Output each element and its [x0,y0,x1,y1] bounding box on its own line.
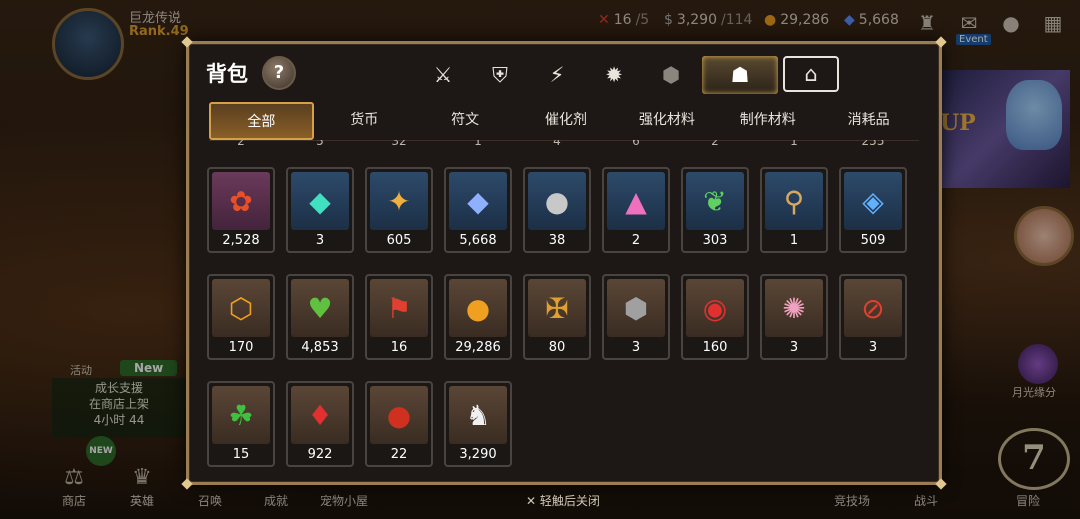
inventory-slot[interactable]: ⬡ 170 [207,274,275,360]
item-icon: ♥ [291,279,349,337]
backpack-icon[interactable]: ☗ [702,56,778,94]
inventory-slot[interactable]: ◉ 160 [681,274,749,360]
item-icon: ◈ [844,172,902,230]
lightning-icon[interactable]: ⚡ [531,56,583,94]
partial-item-count: 2 [711,140,719,148]
item-count: 4,853 [301,340,339,355]
item-count: 15 [232,447,250,462]
tab-consumable[interactable]: 消耗品 [818,102,919,140]
item-count: 80 [548,340,566,355]
inventory-slot[interactable]: ▲ 2 [602,167,670,253]
inventory-slot[interactable]: ● 22 [365,381,433,467]
partial-item-count: 32 [391,140,407,148]
tab-catalyst[interactable]: 催化剂 [516,102,617,140]
item-count: 5,668 [459,233,497,248]
item-icon: ⚲ [765,172,823,230]
partial-item-count: 1 [790,140,798,148]
inventory-slot[interactable]: ◆ 3 [286,167,354,253]
inventory-slot[interactable]: ⬢ 3 [602,274,670,360]
item-count: 16 [390,340,408,355]
item-count: 3,290 [459,447,497,462]
partial-item-count: 1 [474,140,482,148]
inventory-slot[interactable]: ◈ 509 [839,167,907,253]
tab-enhance-material[interactable]: 强化材料 [616,102,717,140]
item-count: 605 [386,233,412,248]
item-icon: ☘ [212,386,270,444]
item-icon: ⬢ [607,279,665,337]
inventory-slot[interactable]: ⚑ 16 [365,274,433,360]
item-icon: ✠ [528,279,586,337]
item-icon: ▲ [607,172,665,230]
tab-all[interactable]: 全部 [209,102,314,140]
item-count: 3 [868,340,878,355]
burst-icon[interactable]: ✹ [588,56,640,94]
backpack-panel: 背包 ? ⚔ ⛨ ⚡ ✹ ⬢ ☗ ⌂ 全部 货币 符文 催化剂 强化材料 制作材… [181,36,947,490]
item-icon: ◆ [449,172,507,230]
inventory-slot[interactable]: ✦ 605 [365,167,433,253]
partial-item-count: 5 [316,140,324,148]
item-count: 922 [307,447,333,462]
item-count: 1 [789,233,799,248]
close-hint[interactable]: ✕ 轻触后关闭 [526,492,600,509]
inventory-slot[interactable]: ♞ 3,290 [444,381,512,467]
help-button[interactable]: ? [262,56,296,90]
category-tabs: ⚔ ⛨ ⚡ ✹ ⬢ ☗ ⌂ [417,56,844,94]
item-count: 303 [702,233,728,248]
inventory-slot[interactable]: ♦ 922 [286,381,354,467]
broken-shield-icon[interactable]: ⛨ [474,56,526,94]
item-icon: ♦ [291,386,349,444]
inventory-slot[interactable]: ✿ 2,528 [207,167,275,253]
inventory-slot[interactable]: ✺ 3 [760,274,828,360]
inventory-slot[interactable]: ⚲ 1 [760,167,828,253]
inventory-slot[interactable]: ⊘ 3 [839,274,907,360]
dice-icon[interactable]: ⬢ [645,56,697,94]
item-count: 509 [860,233,886,248]
item-icon: ✦ [370,172,428,230]
item-count: 170 [228,340,254,355]
item-icon: ✺ [765,279,823,337]
house-icon[interactable]: ⌂ [783,56,839,92]
inventory-slot[interactable]: ❦ 303 [681,167,749,253]
partial-item-count: 2 [237,140,245,148]
item-icon: ❦ [686,172,744,230]
tab-craft-material[interactable]: 制作材料 [717,102,818,140]
item-count: 3 [631,340,641,355]
item-icon: ◉ [686,279,744,337]
item-icon: ● [528,172,586,230]
item-count: 3 [315,233,325,248]
partial-item-count: 4 [553,140,561,148]
inventory-slot[interactable]: ✠ 80 [523,274,591,360]
inventory-slot[interactable]: ● 29,286 [444,274,512,360]
inventory-slot[interactable]: ● 38 [523,167,591,253]
partial-item-count: 6 [632,140,640,148]
item-count: 2 [631,233,641,248]
tab-currency[interactable]: 货币 [314,102,415,140]
item-count: 160 [702,340,728,355]
sword-shield-icon[interactable]: ⚔ [417,56,469,94]
sub-tabs: 全部 货币 符文 催化剂 强化材料 制作材料 消耗品 [209,102,919,141]
item-icon: ● [449,279,507,337]
partial-item-row: 2 5 32 1 4 6 2 1 255 [207,140,917,150]
inventory-slot[interactable]: ♥ 4,853 [286,274,354,360]
item-count: 2,528 [222,233,260,248]
item-icon: ⬡ [212,279,270,337]
inventory-slot[interactable]: ☘ 15 [207,381,275,467]
close-hint-label: 轻触后关闭 [539,494,600,508]
item-icon: ⚑ [370,279,428,337]
panel-title: 背包 [206,62,248,86]
tab-rune[interactable]: 符文 [415,102,516,140]
item-icon: ♞ [449,386,507,444]
item-icon: ◆ [291,172,349,230]
item-count: 38 [548,233,566,248]
partial-item-count: 255 [861,140,885,148]
inventory-slot[interactable]: ◆ 5,668 [444,167,512,253]
item-icon: ⊘ [844,279,902,337]
item-count: 29,286 [455,340,501,355]
item-count: 22 [390,447,408,462]
item-icon: ✿ [212,172,270,230]
item-icon: ● [370,386,428,444]
item-count: 3 [789,340,799,355]
